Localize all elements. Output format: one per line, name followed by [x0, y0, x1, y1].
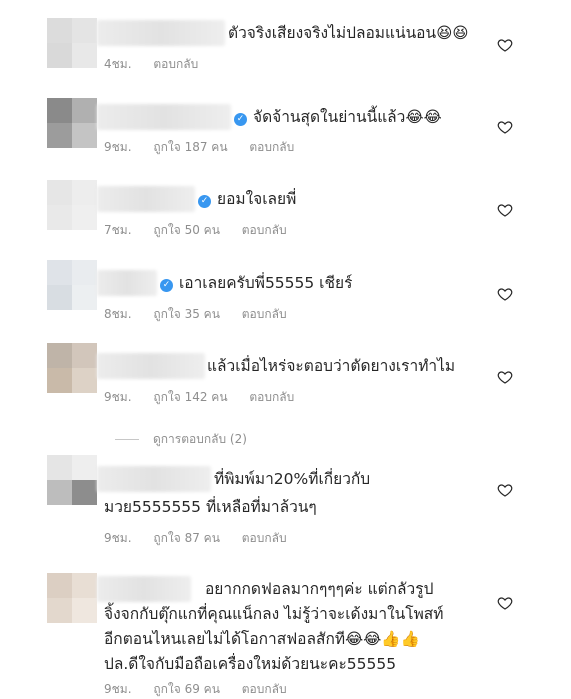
view-replies-label: ดูการตอบกลับ (2)	[153, 432, 247, 446]
username-blurred[interactable]	[97, 186, 195, 212]
heart-outline-icon[interactable]	[497, 482, 513, 498]
avatar[interactable]	[47, 455, 97, 505]
avatar[interactable]	[47, 573, 97, 623]
comment-text: ✓ ยอมใจเลยพี่	[198, 186, 296, 212]
comment-text: ตัวจริงเสียงจริงไม่ปลอมแน่นอน😆😆	[228, 24, 469, 42]
comment-meta: 7ชม. ถูกใจ 50 คน ตอบกลับ	[104, 221, 305, 240]
reply-button[interactable]: ตอบกลับ	[242, 531, 287, 545]
heart-outline-icon[interactable]	[497, 202, 513, 218]
reply-button[interactable]: ตอบกลับ	[242, 682, 287, 696]
comment-text-line: ที่พิมพ์มา20%ที่เกี่ยวกับ	[214, 470, 371, 488]
likes-count[interactable]: ถูกใจ 69 คน	[153, 682, 220, 696]
comment-time: 9ชม.	[104, 682, 132, 696]
avatar[interactable]	[47, 343, 97, 393]
comment-meta: 9ชม. ถูกใจ 69 คน ตอบกลับ	[104, 680, 305, 699]
avatar[interactable]	[47, 260, 97, 310]
likes-count[interactable]: ถูกใจ 187 คน	[153, 140, 227, 154]
heart-outline-icon[interactable]	[497, 595, 513, 611]
comment-meta: 9ชม. ถูกใจ 187 คน ตอบกลับ	[104, 138, 312, 157]
comment-time: 9ชม.	[104, 390, 132, 404]
comment-text: ✓ เอาเลยครับพี่55555 เชียร์	[160, 270, 352, 296]
verified-badge-icon: ✓	[234, 113, 247, 126]
comment-meta: 8ชม. ถูกใจ 35 คน ตอบกลับ	[104, 305, 305, 324]
heart-outline-icon[interactable]	[497, 37, 513, 53]
comment-time: 9ชม.	[104, 531, 132, 545]
likes-count[interactable]: ถูกใจ 50 คน	[153, 223, 220, 237]
reply-button[interactable]: ตอบกลับ	[242, 223, 287, 237]
divider-line	[115, 439, 139, 440]
comment-text-line: ปล.ดีใจกับมือถือเครื่องใหม่ด้วยนะคะ55555	[104, 655, 397, 673]
comment-time: 8ชม.	[104, 307, 132, 321]
comment-text: แล้วเมื่อไหร่จะตอบว่าตัดยางเราทำไม	[207, 357, 456, 375]
username-blurred[interactable]	[97, 353, 205, 379]
likes-count[interactable]: ถูกใจ 142 คน	[153, 390, 227, 404]
heart-outline-icon[interactable]	[497, 119, 513, 135]
comment-meta: 4ชม. ตอบกลับ	[104, 55, 216, 74]
username-blurred[interactable]	[97, 20, 225, 46]
heart-outline-icon[interactable]	[497, 286, 513, 302]
avatar[interactable]	[47, 180, 97, 230]
verified-badge-icon: ✓	[160, 279, 173, 292]
comment-text: ✓ จัดจ้านสุดในย่านนี้แล้ว😂😂	[234, 104, 442, 130]
reply-button[interactable]: ตอบกลับ	[249, 140, 294, 154]
likes-count[interactable]: ถูกใจ 87 คน	[153, 531, 220, 545]
comment-text-line: มวย5555555 ที่เหลือที่มาล้วนๆ	[104, 498, 317, 516]
reply-button[interactable]: ตอบกลับ	[153, 57, 198, 71]
comment-time: 7ชม.	[104, 223, 132, 237]
view-replies-button[interactable]: ดูการตอบกลับ (2)	[115, 430, 247, 449]
heart-outline-icon[interactable]	[497, 369, 513, 385]
avatar[interactable]	[47, 98, 97, 148]
comment-text-line: อีกตอนไหนเลยไม่ได้โอกาสฟอลสักที😂😂👍👍	[104, 630, 420, 648]
username-blurred[interactable]	[97, 270, 157, 296]
verified-badge-icon: ✓	[198, 195, 211, 208]
comment-time: 9ชม.	[104, 140, 132, 154]
comment-time: 4ชม.	[104, 57, 132, 71]
reply-button[interactable]: ตอบกลับ	[242, 307, 287, 321]
likes-count[interactable]: ถูกใจ 35 คน	[153, 307, 220, 321]
username-blurred[interactable]	[97, 576, 191, 602]
reply-button[interactable]: ตอบกลับ	[249, 390, 294, 404]
avatar[interactable]	[47, 18, 97, 68]
comment-text-line: อยากกดฟอลมากๆๆๆค่ะ แต่กลัวรูป	[205, 580, 434, 598]
comment-text-line: จิ้งจกกับตุ๊กแกที่คุณแน็กลง ไม่รู้ว่าจะเ…	[104, 605, 444, 623]
comment-meta: 9ชม. ถูกใจ 87 คน ตอบกลับ	[104, 529, 305, 548]
username-blurred[interactable]	[97, 466, 211, 492]
username-blurred[interactable]	[97, 104, 231, 130]
comment-meta: 9ชม. ถูกใจ 142 คน ตอบกลับ	[104, 388, 312, 407]
